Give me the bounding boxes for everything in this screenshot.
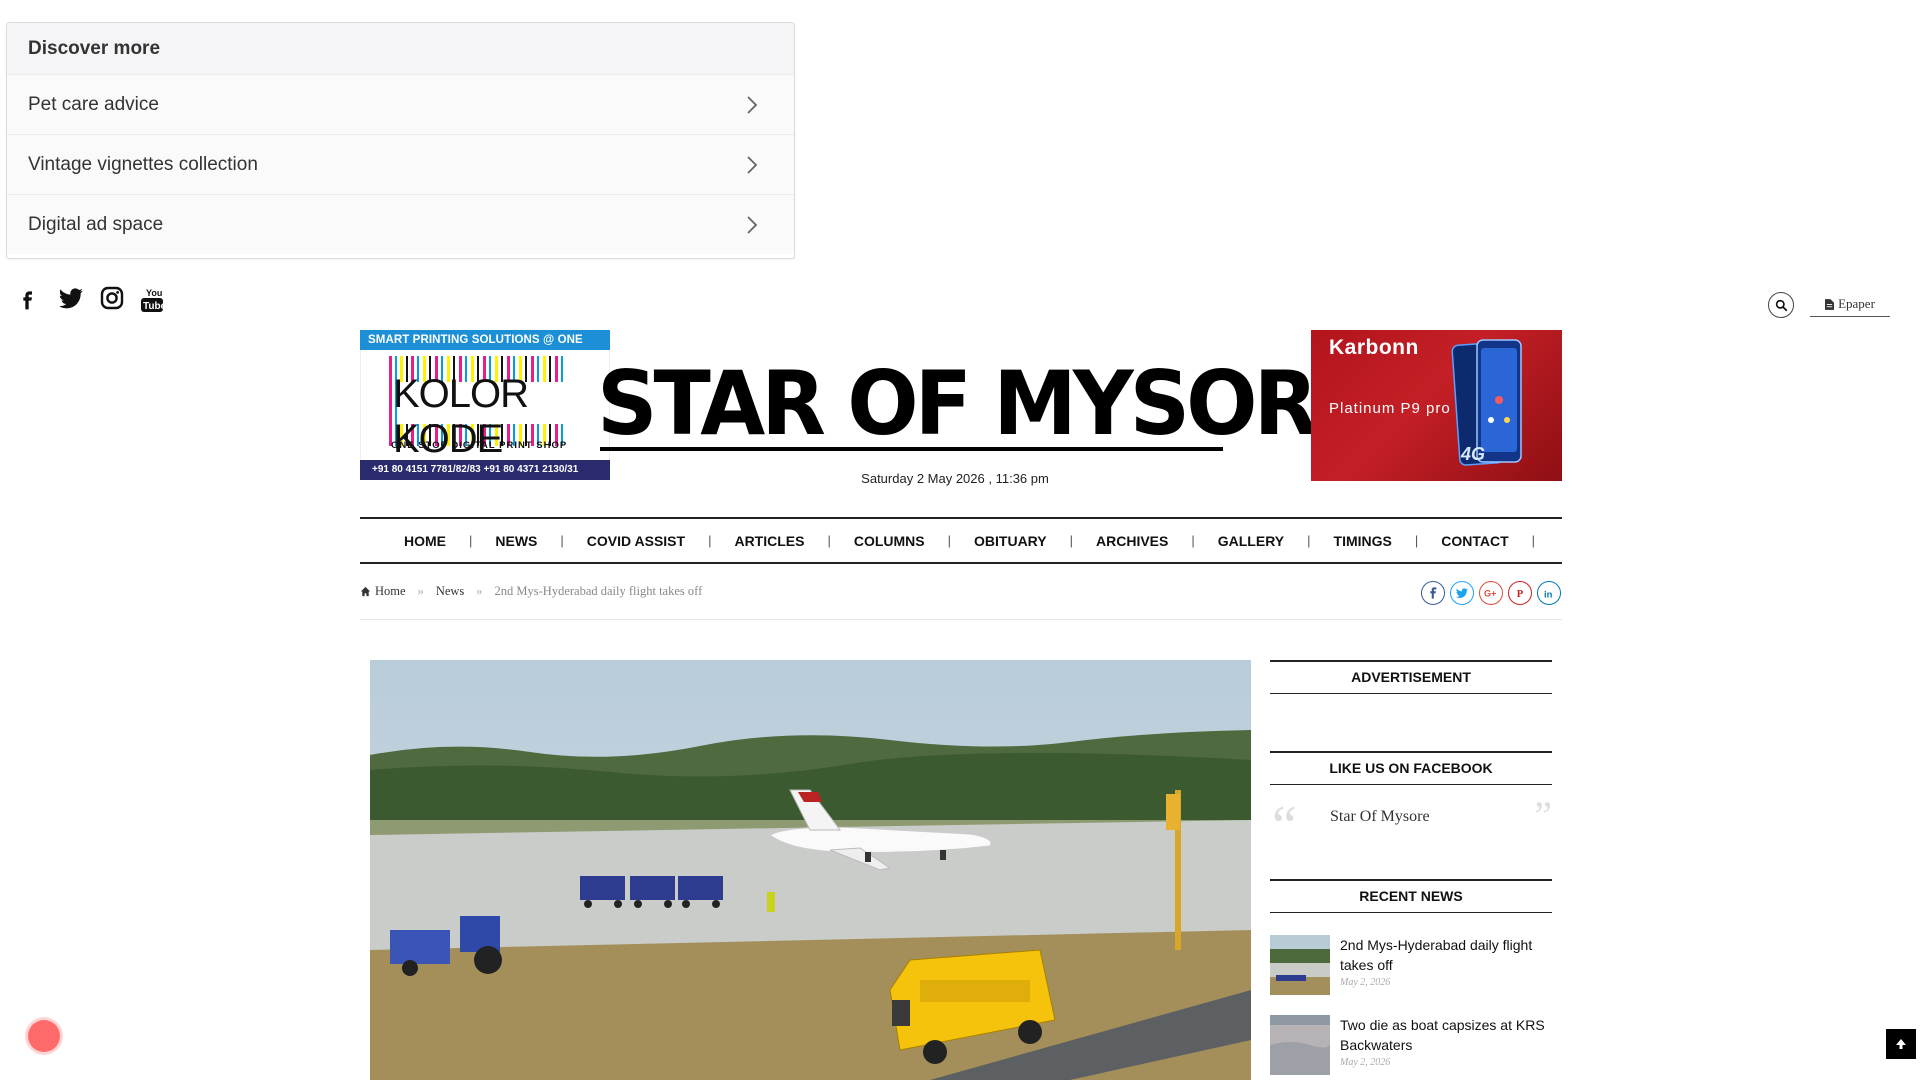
breadcrumb-separator: »: [417, 584, 424, 598]
discover-item-label: Pet care advice: [28, 93, 159, 115]
epaper-label: Epaper: [1838, 296, 1875, 311]
nav-obituary[interactable]: OBITUARY: [974, 533, 1047, 549]
arrow-up-icon: [1896, 1039, 1906, 1049]
nav-separator: |: [947, 533, 952, 548]
quote-close-icon: ”: [1534, 793, 1552, 838]
svg-text:Tube: Tube: [143, 301, 164, 312]
phone-graphic: [1451, 339, 1522, 466]
search-icon: [1775, 299, 1787, 311]
nav-gallery[interactable]: GALLERY: [1218, 533, 1284, 549]
breadcrumb-news[interactable]: News: [436, 584, 464, 599]
svg-text:You: You: [146, 288, 162, 298]
nav-covid-assist[interactable]: COVID ASSIST: [587, 533, 685, 549]
nav-separator: |: [469, 533, 473, 548]
svg-text:in: in: [1544, 588, 1553, 599]
share-twitter-button[interactable]: [1450, 581, 1474, 605]
facebook-widget[interactable]: “ Star Of Mysore ”: [1272, 793, 1552, 854]
recent-news-date: May 2, 2026: [1340, 977, 1391, 988]
recent-news-title[interactable]: Two die as boat capsizes at KRS Backwate…: [1340, 1015, 1552, 1055]
google-plus-icon: G+: [1484, 589, 1496, 599]
svg-text:G+: G+: [1484, 589, 1496, 599]
breadcrumb: Home » News » 2nd Mys-Hyderabad daily fl…: [360, 584, 702, 599]
nav-separator: |: [1191, 533, 1195, 548]
ad-body: KOLOR KODE ONE STOP DIGITAL PRINT SHOP: [360, 350, 610, 461]
nav-timings[interactable]: TIMINGS: [1334, 533, 1392, 549]
twitter-icon[interactable]: [58, 286, 86, 314]
notification-bell-button[interactable]: [28, 1020, 60, 1052]
recent-news-title[interactable]: 2nd Mys-Hyderabad daily flight takes off: [1340, 935, 1552, 975]
recent-news-thumbnail[interactable]: [1270, 1015, 1330, 1075]
logo-underline: [600, 447, 1223, 451]
home-icon: [360, 586, 371, 597]
share-linkedin-button[interactable]: in: [1537, 581, 1561, 605]
discover-item-pet-care[interactable]: Pet care advice: [7, 74, 794, 134]
pinterest-icon: P: [1516, 589, 1523, 599]
article-featured-image: [370, 660, 1251, 1080]
share-google-plus-button[interactable]: G+: [1479, 581, 1503, 605]
site-logo[interactable]: STAR OF MYSORE: [597, 348, 1372, 459]
discover-more-title: Discover more: [7, 23, 794, 74]
nav-news[interactable]: NEWS: [495, 533, 537, 549]
nav-separator: |: [1069, 533, 1073, 548]
nav-contact[interactable]: CONTACT: [1441, 533, 1508, 549]
chevron-right-icon: [747, 215, 758, 234]
recent-news-heading: RECENT NEWS: [1270, 879, 1552, 913]
breadcrumb-current: 2nd Mys-Hyderabad daily flight takes off: [494, 584, 703, 598]
discover-more-panel: Discover more Pet care advice Vintage vi…: [6, 22, 795, 259]
document-icon: [1825, 298, 1835, 310]
recent-news-date: May 2, 2026: [1340, 1057, 1391, 1068]
current-datetime: Saturday 2 May 2026 , 11:36 pm: [861, 471, 1049, 486]
ad-tagline: ONE STOP DIGITAL PRINT SHOP: [391, 440, 568, 451]
share-facebook-button[interactable]: [1421, 581, 1445, 605]
karbonn-ad[interactable]: Karbonn Platinum P9 pro 4G: [1311, 330, 1562, 481]
scroll-to-top-button[interactable]: [1886, 1029, 1916, 1059]
linkedin-icon: in: [1544, 588, 1553, 599]
discover-item-label: Digital ad space: [28, 213, 164, 235]
ad-phone: +91 80 4151 7781/82/83 +91 80 4371 2130/…: [360, 460, 610, 480]
twitter-icon: [1456, 587, 1468, 598]
nav-columns[interactable]: COLUMNS: [854, 533, 925, 549]
share-buttons: G+ P in: [1421, 581, 1561, 605]
share-pinterest-button[interactable]: P: [1508, 581, 1532, 605]
facebook-icon: [1429, 587, 1436, 599]
instagram-icon[interactable]: [100, 286, 126, 314]
main-nav: HOME | NEWS | COVID ASSIST | ARTICLES | COLU…: [360, 517, 1562, 564]
quote-open-icon: “: [1272, 795, 1297, 857]
discover-item-vintage-vignettes[interactable]: Vintage vignettes collection: [7, 134, 794, 194]
nav-separator: |: [560, 533, 564, 548]
nav-separator: |: [827, 533, 831, 548]
ad-top-text: SMART PRINTING SOLUTIONS @ ONE STOP: [360, 330, 610, 366]
nav-separator: |: [1307, 533, 1311, 548]
epaper-link[interactable]: Epaper: [1810, 292, 1890, 317]
svg-text:P: P: [1516, 589, 1523, 599]
nav-home[interactable]: HOME: [404, 533, 446, 549]
nav-archives[interactable]: ARCHIVES: [1096, 533, 1168, 549]
chevron-right-icon: [747, 155, 758, 174]
nav-articles[interactable]: ARTICLES: [734, 533, 804, 549]
recent-news-item[interactable]: Two die as boat capsizes at KRS Backwate…: [1270, 1015, 1552, 1079]
social-links: You Tube: [20, 286, 167, 314]
ad-badge: 4G: [1461, 444, 1486, 464]
facebook-icon[interactable]: [20, 286, 46, 314]
breadcrumb-home[interactable]: Home: [375, 584, 406, 599]
nav-separator: |: [708, 533, 712, 548]
kolor-kode-ad[interactable]: SMART PRINTING SOLUTIONS @ ONE STOP KOLO…: [360, 330, 610, 480]
discover-item-digital-ad-space[interactable]: Digital ad space: [7, 194, 794, 254]
breadcrumb-divider: [360, 619, 1562, 620]
search-button[interactable]: [1768, 292, 1794, 318]
nav-separator: |: [1531, 533, 1536, 548]
recent-news-item[interactable]: 2nd Mys-Hyderabad daily flight takes off…: [1270, 935, 1552, 999]
facebook-page-name[interactable]: Star Of Mysore: [1330, 808, 1430, 826]
facebook-heading: LIKE US ON FACEBOOK: [1270, 751, 1552, 785]
advertisement-heading: ADVERTISEMENT: [1270, 660, 1552, 694]
discover-item-label: Vintage vignettes collection: [28, 153, 258, 175]
youtube-icon[interactable]: You Tube: [140, 286, 167, 314]
nav-separator: |: [1414, 533, 1419, 548]
chevron-right-icon: [747, 95, 758, 114]
recent-news-thumbnail[interactable]: [1270, 935, 1330, 995]
breadcrumb-separator: »: [476, 584, 483, 598]
